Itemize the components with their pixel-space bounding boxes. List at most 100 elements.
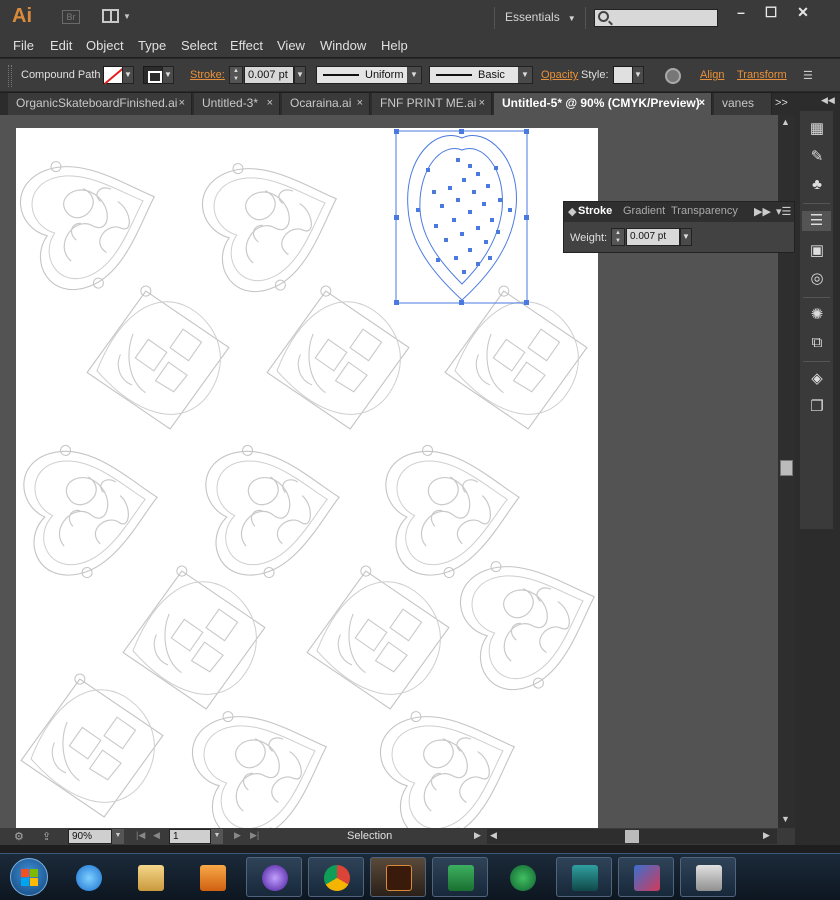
first-artboard-icon[interactable]: |◀ bbox=[136, 830, 145, 841]
brushes-icon[interactable]: ✎ bbox=[807, 147, 827, 167]
printer-button[interactable] bbox=[680, 857, 736, 897]
menu-bar: File Edit Object Type Select Effect View… bbox=[0, 35, 840, 57]
menu-edit[interactable]: Edit bbox=[50, 38, 72, 53]
more-tabs-button[interactable]: >> bbox=[775, 97, 788, 109]
tab-document[interactable]: Untitled-3* × bbox=[194, 93, 280, 115]
graphic-style-swatch[interactable] bbox=[613, 66, 633, 84]
expand-panel-icon[interactable]: ▶▶ bbox=[754, 205, 771, 218]
swatches-icon[interactable]: ▦ bbox=[807, 119, 827, 139]
close-tab-icon[interactable]: × bbox=[357, 93, 363, 113]
stroke-link[interactable]: Stroke: bbox=[190, 69, 225, 81]
menu-effect[interactable]: Effect bbox=[230, 38, 263, 53]
3ds-max-button[interactable] bbox=[556, 857, 612, 897]
zoom-dropdown[interactable]: ▼ bbox=[112, 829, 124, 844]
close-tab-icon[interactable]: × bbox=[699, 93, 705, 113]
internet-explorer-button[interactable] bbox=[60, 857, 116, 897]
recolor-artwork-icon[interactable] bbox=[665, 68, 681, 84]
artboard[interactable] bbox=[16, 128, 598, 828]
stroke-dropdown[interactable]: ▼ bbox=[162, 66, 174, 84]
last-artboard-icon[interactable]: ▶| bbox=[250, 830, 259, 841]
menu-type[interactable]: Type bbox=[138, 38, 166, 53]
close-button[interactable]: ✕ bbox=[788, 3, 818, 21]
prev-artboard-icon[interactable]: ◀ bbox=[153, 830, 160, 841]
tab-active-document[interactable]: Untitled-5* @ 90% (CMYK/Preview) × bbox=[494, 93, 712, 115]
tab-gradient[interactable]: Gradient bbox=[623, 205, 665, 217]
stroke-weight-stepper[interactable]: ▲ ▼ bbox=[229, 66, 243, 84]
graphic-styles-icon[interactable]: ⧉ bbox=[807, 333, 827, 353]
app-button[interactable] bbox=[618, 857, 674, 897]
bridge-button[interactable]: Br bbox=[62, 10, 80, 24]
menu-select[interactable]: Select bbox=[181, 38, 217, 53]
maximize-button[interactable]: ☐ bbox=[756, 3, 786, 21]
browser-button[interactable] bbox=[246, 857, 302, 897]
scroll-right-icon[interactable]: ▶ bbox=[763, 830, 770, 841]
panel-menu-icon[interactable]: ☰ bbox=[803, 69, 813, 82]
arrange-documents-icon[interactable]: ▼ bbox=[102, 9, 131, 25]
panel-grip[interactable] bbox=[8, 65, 12, 87]
tab-document[interactable]: FNF PRINT ME.ai × bbox=[372, 93, 492, 115]
stroke-swatch[interactable] bbox=[143, 66, 163, 84]
selection-overlay[interactable] bbox=[16, 128, 598, 828]
export-icon[interactable]: ⇪ bbox=[42, 830, 51, 843]
brush-definition[interactable]: Basic ▼ bbox=[429, 66, 533, 84]
scroll-left-icon[interactable]: ◀ bbox=[490, 830, 497, 841]
fill-dropdown[interactable]: ▼ bbox=[122, 66, 134, 84]
file-explorer-button[interactable] bbox=[122, 857, 178, 897]
minimize-button[interactable]: – bbox=[726, 3, 756, 21]
menu-help[interactable]: Help bbox=[381, 38, 408, 53]
stroke-panel-icon[interactable]: ☰ bbox=[802, 211, 831, 231]
tab-document[interactable]: OrganicSkateboardFinished.ai × bbox=[8, 93, 192, 115]
close-tab-icon[interactable]: × bbox=[179, 93, 185, 113]
illustrator-button[interactable] bbox=[370, 857, 426, 897]
align-link[interactable]: Align bbox=[700, 69, 724, 81]
artboards-icon[interactable]: ❐ bbox=[807, 397, 827, 417]
start-button[interactable] bbox=[10, 858, 48, 896]
stroke-weight-dropdown[interactable]: ▼ bbox=[294, 66, 306, 84]
appearance-icon[interactable]: ✺ bbox=[807, 305, 827, 325]
transform-link[interactable]: Transform bbox=[737, 69, 787, 81]
horizontal-scrollbar[interactable]: ◀ ▶ bbox=[487, 829, 777, 844]
tab-document[interactable]: vanes bbox=[714, 93, 772, 115]
variable-width-profile[interactable]: Uniform ▼ bbox=[316, 66, 422, 84]
chrome-button[interactable] bbox=[308, 857, 364, 897]
next-artboard-icon[interactable]: ▶ bbox=[234, 830, 241, 841]
panel-collapse-icon[interactable]: ◆ bbox=[568, 205, 576, 218]
tab-stroke[interactable]: Stroke bbox=[578, 205, 612, 217]
close-tab-icon[interactable]: × bbox=[479, 93, 485, 113]
status-menu-icon[interactable]: ▶ bbox=[474, 830, 481, 841]
layers-icon[interactable]: ◈ bbox=[807, 369, 827, 389]
artboard-number-field[interactable]: 1 bbox=[169, 829, 211, 844]
panel-menu-icon[interactable]: ▾☰ bbox=[776, 205, 791, 218]
menu-view[interactable]: View bbox=[277, 38, 305, 53]
stroke-weight-field[interactable]: 0.007 pt bbox=[244, 66, 294, 84]
scroll-thumb[interactable] bbox=[625, 830, 639, 843]
fill-swatch[interactable] bbox=[103, 66, 123, 84]
graphic-style-dropdown[interactable]: ▼ bbox=[632, 66, 644, 84]
tool-icon bbox=[634, 865, 660, 891]
close-tab-icon[interactable]: × bbox=[267, 93, 273, 113]
excel-button[interactable] bbox=[432, 857, 488, 897]
transparency-icon[interactable]: ◎ bbox=[807, 269, 827, 289]
zoom-field[interactable]: 90% bbox=[68, 829, 112, 844]
gradient-icon[interactable]: ▣ bbox=[807, 241, 827, 261]
menu-window[interactable]: Window bbox=[320, 38, 366, 53]
workspace-switcher[interactable]: Essentials ▼ bbox=[505, 10, 576, 24]
tab-transparency[interactable]: Transparency bbox=[671, 205, 738, 217]
weight-field[interactable]: 0.007 pt bbox=[626, 228, 680, 246]
artboard-dropdown[interactable]: ▼ bbox=[211, 829, 223, 844]
opacity-link[interactable]: Opacity bbox=[541, 69, 578, 81]
app-button[interactable] bbox=[494, 857, 550, 897]
menu-file[interactable]: File bbox=[13, 38, 34, 53]
weight-stepper[interactable]: ▲ ▼ bbox=[611, 228, 625, 246]
menu-object[interactable]: Object bbox=[86, 38, 124, 53]
tab-document[interactable]: Ocaraina.ai × bbox=[282, 93, 370, 115]
artboard-nav-icon[interactable]: ⚙ bbox=[14, 830, 24, 843]
collapse-dock-icon[interactable]: ◀◀ bbox=[821, 95, 835, 106]
scroll-up-icon[interactable]: ▲ bbox=[781, 117, 790, 127]
scroll-down-icon[interactable]: ▼ bbox=[781, 814, 790, 824]
media-player-button[interactable] bbox=[184, 857, 240, 897]
search-input[interactable] bbox=[594, 9, 718, 27]
symbols-icon[interactable]: ♣ bbox=[807, 175, 827, 195]
weight-dropdown[interactable]: ▼ bbox=[680, 228, 692, 246]
scroll-thumb[interactable] bbox=[780, 460, 793, 476]
